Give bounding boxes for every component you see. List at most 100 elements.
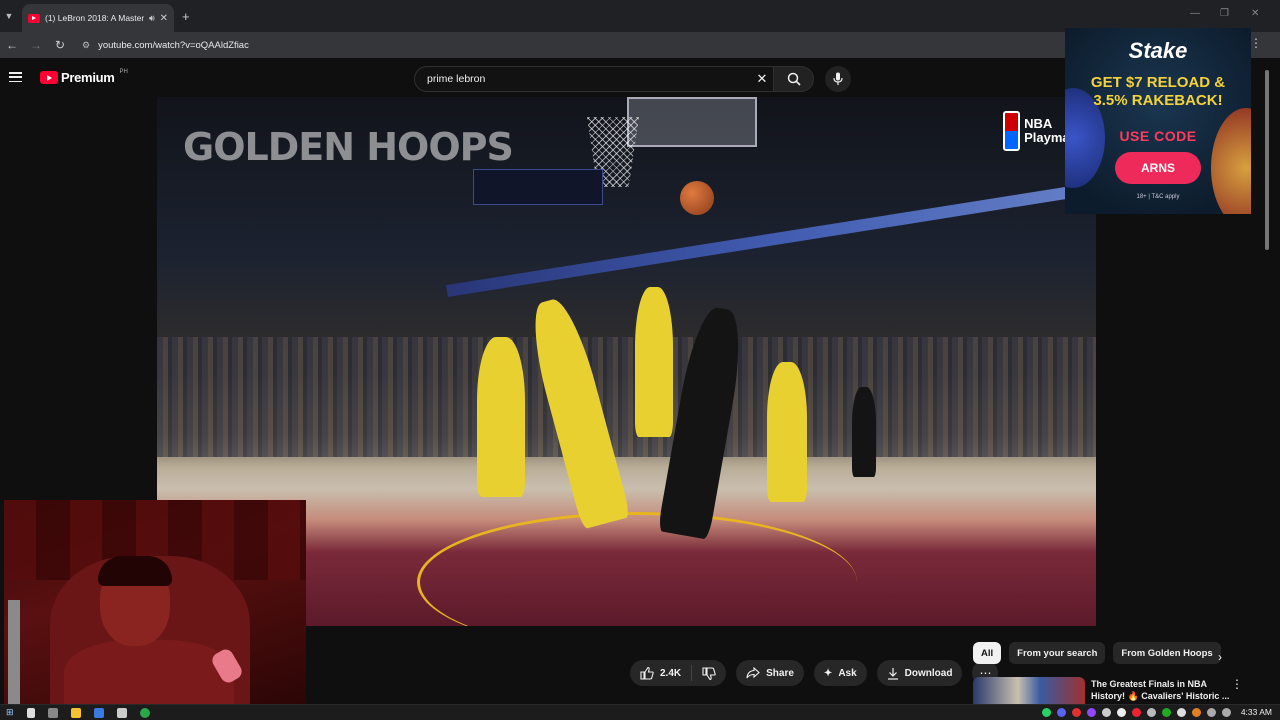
forward-arrow-icon[interactable]: → [24,38,48,52]
like-button[interactable]: 2.4K [630,665,693,681]
youtube-logo[interactable]: Premium PH [40,69,128,85]
crowd-background [157,337,1096,457]
app-icon[interactable] [116,707,127,718]
browser-tab[interactable]: (1) LeBron 2018: A Masterpi 🔊︎ ✕ [22,4,174,32]
omnibox[interactable]: ⚙ youtube.com/watch?v=oQAAldZfiac [82,40,249,51]
tray-app-icon[interactable] [1116,707,1126,717]
dislike-button[interactable] [692,666,726,680]
share-button[interactable]: Share [736,660,804,686]
wifi-icon[interactable] [1206,707,1216,717]
taskbar-pinned: ⊞ [0,707,150,718]
ask-label: Ask [838,667,857,679]
nba-logo-icon [1003,111,1021,151]
minimize-icon[interactable]: — [1190,8,1200,19]
thumbs-up-icon [640,666,654,680]
page-scrollbar[interactable] [1265,70,1269,250]
tray-app-icon[interactable] [1146,707,1156,717]
back-arrow-icon[interactable]: ← [0,38,24,52]
ad-code-label: USE CODE [1119,128,1197,144]
system-tray: 4:33 AM [1041,707,1272,717]
twitch-icon[interactable] [1086,707,1096,717]
chip-from-your-search[interactable]: From your search [1009,642,1106,664]
recommended-video[interactable]: The Greatest Finals in NBA History! 🔥 Ca… [973,677,1253,707]
ad-headline-line-1: GET $7 RELOAD & [1090,74,1226,91]
player-yellow [477,337,525,497]
filter-chips: All From your search From Golden Hoops [973,642,1221,664]
url-text[interactable]: youtube.com/watch?v=oQAAldZfiac [98,40,249,51]
maximize-icon[interactable]: ❐ [1220,8,1229,19]
ad-headline-line-2: 3.5% RAKEBACK! [1093,92,1223,109]
like-count: 2.4K [660,667,682,679]
webcam-person-hair [98,556,172,586]
browser-menu-icon[interactable]: ⋮ [1250,36,1262,50]
backboard [627,97,757,147]
download-button[interactable]: Download [876,660,963,686]
recommended-video-thumbnail[interactable] [973,677,1085,707]
menu-icon[interactable] [9,72,22,82]
logo-text: Premium [61,70,115,85]
youtube-favicon-icon [28,13,40,23]
clock[interactable]: 4:33 AM [1241,707,1272,717]
player-yellow [767,362,807,502]
search-input[interactable]: prime lebron ✕ [414,66,774,92]
ask-button[interactable]: ✦ Ask [813,660,867,686]
share-label: Share [766,667,794,679]
search-icon[interactable] [26,707,35,718]
file-explorer-icon[interactable] [70,707,81,718]
chrome-icon[interactable] [139,707,150,718]
youtube-play-icon [40,71,58,84]
search-button[interactable] [774,66,814,92]
windows-start-icon[interactable]: ⊞ [6,707,14,718]
tray-app-icon[interactable] [1101,707,1111,717]
windows-taskbar: ⊞ 4:33 AM [0,704,1280,720]
task-view-icon[interactable] [47,707,58,718]
chevron-right-icon[interactable]: › [1218,650,1222,664]
voice-search-button[interactable] [825,66,851,92]
channel-watermark: GOLDEN HOOPS [183,125,514,169]
search-input-value[interactable]: prime lebron [427,73,751,85]
more-vertical-icon[interactable]: ⋮ [1231,677,1243,691]
arena-scoreboard [473,169,603,205]
tray-app-icon[interactable] [1191,707,1201,717]
clear-search-icon[interactable]: ✕ [751,71,773,87]
chip-from-channel[interactable]: From Golden Hoops [1113,642,1221,664]
webcam-mic-stand [8,600,20,710]
ad-code-button[interactable]: ARNS [1115,152,1201,184]
microphone-icon [833,72,843,85]
court-line [417,512,857,626]
video-actions: 2.4K Share ✦ Ask Download ⋯ [630,660,999,686]
search-icon [787,72,801,86]
player-yellow [635,287,673,437]
youtube-header: Premium PH prime lebron ✕ [0,58,1064,98]
streamer-webcam [4,500,306,710]
thumbs-down-icon [702,666,716,680]
referee [852,387,876,477]
speaker-icon[interactable]: 🔊︎ [149,13,155,24]
ad-brand-logo: Stake [1128,38,1188,63]
basketball [680,181,714,215]
recommended-video-title[interactable]: The Greatest Finals in NBA History! 🔥 Ca… [1091,678,1231,702]
like-dislike-group: 2.4K [630,660,727,686]
discord-icon[interactable] [1056,707,1066,717]
volume-icon[interactable] [1221,707,1231,717]
reload-icon[interactable]: ↻ [48,38,72,52]
site-info-icon[interactable]: ⚙ [82,40,90,51]
store-icon[interactable] [93,707,104,718]
tray-app-icon[interactable] [1071,707,1081,717]
chip-all[interactable]: All [973,642,1002,664]
tray-app-icon[interactable] [1176,707,1186,717]
ad-fine-print: 18+ | T&C apply [1136,194,1180,200]
whatsapp-icon[interactable] [1041,707,1051,717]
new-tab-icon[interactable]: + [182,9,190,24]
webcam-person-body [64,640,234,710]
download-icon [887,667,898,680]
download-label: Download [904,667,953,679]
tray-app-icon[interactable] [1161,707,1171,717]
tab-title: (1) LeBron 2018: A Masterpi [45,13,144,23]
stake-ad[interactable]: Stake GET $7 RELOAD & 3.5% RAKEBACK! USE… [1065,28,1251,214]
tab-list-chevron-icon[interactable]: ▼ [0,0,18,32]
tab-close-icon[interactable]: ✕ [160,13,168,24]
window-close-icon[interactable]: ✕ [1251,8,1259,19]
youtube-tray-icon[interactable] [1131,707,1141,717]
sparkle-icon: ✦ [823,667,833,679]
